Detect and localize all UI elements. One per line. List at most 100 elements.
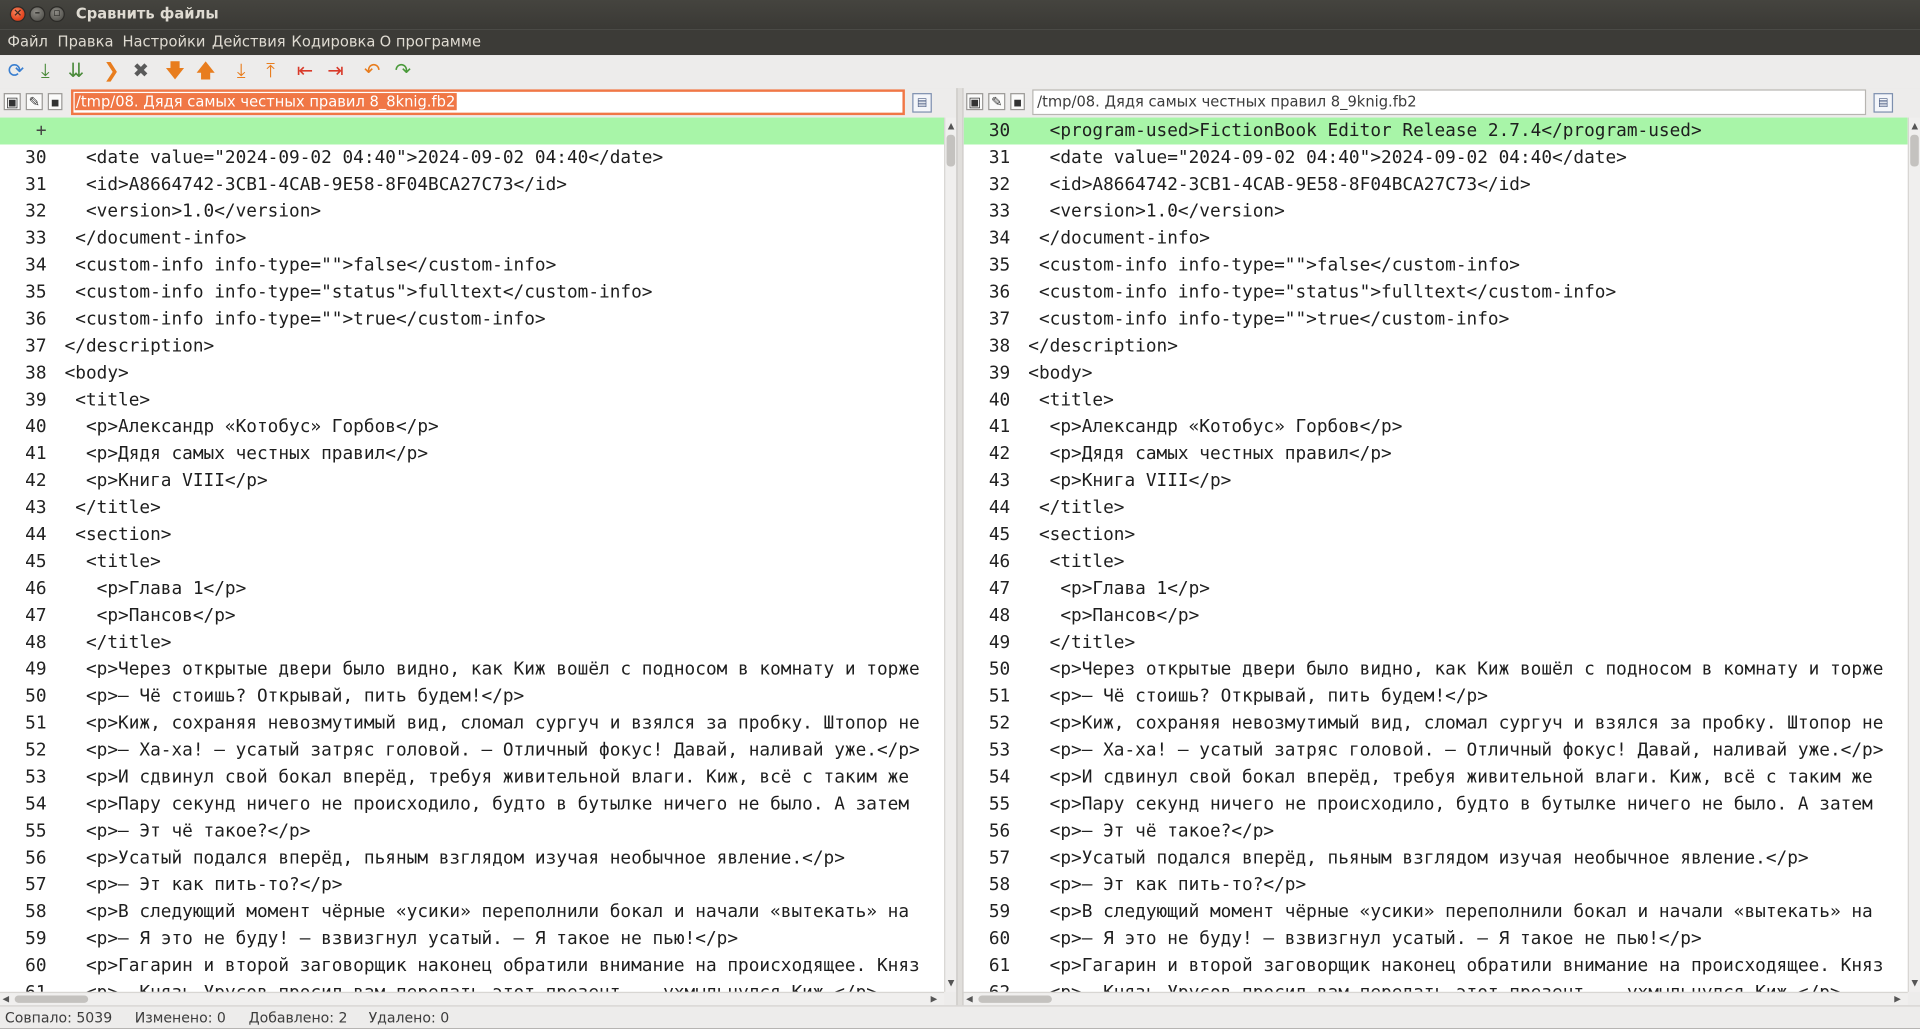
scroll-left-icon[interactable]: ◀ xyxy=(966,994,973,1004)
code-line[interactable]: 35 <custom-info info-type="status">fullt… xyxy=(0,279,944,306)
code-line[interactable]: 31 <date value="2024-09-02 04:40">2024-0… xyxy=(964,144,1908,171)
menu-actions[interactable]: Действия xyxy=(212,33,286,50)
code-line[interactable]: 36 <custom-info info-type="status">fullt… xyxy=(964,279,1908,306)
code-line[interactable]: 32 <version>1.0</version> xyxy=(0,198,944,225)
first-diff-button[interactable]: ⤒ xyxy=(257,58,284,85)
edit-icon[interactable]: ✎ xyxy=(988,93,1006,111)
save-down-button[interactable]: ⤓ xyxy=(32,58,59,85)
code-line[interactable]: 56 <p>Усатый подался вперёд, пьяным взгл… xyxy=(0,845,944,872)
pane-splitter[interactable] xyxy=(956,88,964,1006)
code-line[interactable]: 34 <custom-info info-type="">false</cust… xyxy=(0,252,944,279)
code-line[interactable]: 57 <p>— Эт как пить-то?</p> xyxy=(0,872,944,899)
chevron-right-button[interactable]: ❯ xyxy=(98,58,125,85)
scroll-right-icon[interactable]: ▶ xyxy=(931,994,938,1004)
code-line[interactable]: 51 <p>Киж, сохраняя невозмутимый вид, сл… xyxy=(0,710,944,737)
code-line[interactable]: 42 <p>Дядя самых честных правил</p> xyxy=(964,441,1908,468)
code-line[interactable]: 53 <p>И сдвинул свой бокал вперёд, требу… xyxy=(0,764,944,791)
code-line[interactable]: 31 <id>A8664742-3CB1-4CAB-9E58-8F04BCA27… xyxy=(0,171,944,198)
menu-about[interactable]: О программе xyxy=(380,33,481,50)
save-all-button[interactable]: ⇊ xyxy=(62,58,89,85)
scroll-down-icon[interactable]: ▼ xyxy=(1911,978,1918,988)
code-line[interactable]: 48 </title> xyxy=(0,629,944,656)
menu-encoding[interactable]: Кодировка xyxy=(291,33,375,50)
menu-settings[interactable]: Настройки xyxy=(122,33,205,50)
left-vertical-scrollbar[interactable]: ▲ ▼ xyxy=(944,117,957,992)
code-line[interactable]: 33 <version>1.0</version> xyxy=(964,198,1908,225)
save-icon[interactable]: ▣ xyxy=(966,93,984,111)
left-horizontal-scrollbar[interactable]: ◀ ▶ xyxy=(0,991,945,1006)
code-line[interactable]: 39 <title> xyxy=(0,387,944,414)
left-path-field[interactable]: /tmp/08. Дядя самых честных правил 8_8kn… xyxy=(71,89,905,116)
right-vscroll-thumb[interactable] xyxy=(1910,134,1919,167)
code-line[interactable]: 50 <p>— Чё стоишь? Открывай, пить будем!… xyxy=(0,683,944,710)
code-line[interactable]: 61 <p>Гагарин и второй заговорщик наконе… xyxy=(964,953,1908,980)
code-line[interactable]: 58 <p>В следующий момент чёрные «усики» … xyxy=(0,899,944,926)
code-line[interactable]: 42 <p>Книга VIII</p> xyxy=(0,468,944,495)
code-line[interactable]: 44 <section> xyxy=(0,522,944,549)
code-line[interactable]: 51 <p>— Чё стоишь? Открывай, пить будем!… xyxy=(964,683,1908,710)
copy-left-button[interactable]: ⇤ xyxy=(291,58,318,85)
code-line[interactable]: 30 <date value="2024-09-02 04:40">2024-0… xyxy=(0,144,944,171)
right-vertical-scrollbar[interactable]: ▲ ▼ xyxy=(1907,117,1920,992)
code-line[interactable]: 60 <p>Гагарин и второй заговорщик наконе… xyxy=(0,953,944,980)
right-path-field[interactable]: /tmp/08. Дядя самых честных правил 8_9kn… xyxy=(1032,89,1867,116)
right-hscroll-thumb[interactable] xyxy=(978,995,1052,1003)
code-line[interactable]: 55 <p>— Эт чё такое?</p> xyxy=(0,818,944,845)
code-line[interactable]: 56 <p>— Эт чё такое?</p> xyxy=(964,818,1908,845)
scroll-up-icon[interactable]: ▲ xyxy=(948,121,955,131)
code-line[interactable]: 43 <p>Книга VIII</p> xyxy=(964,468,1908,495)
code-line[interactable]: 48 <p>Пансов</p> xyxy=(964,602,1908,629)
code-line[interactable]: 57 <p>Усатый подался вперёд, пьяным взгл… xyxy=(964,845,1908,872)
code-line[interactable]: 38 </description> xyxy=(964,333,1908,360)
prev-diff-button[interactable]: 🡅 xyxy=(192,58,219,85)
maximize-button[interactable]: ▫ xyxy=(48,6,65,23)
redo-button[interactable]: ↷ xyxy=(389,58,416,85)
code-line[interactable]: 36 <custom-info info-type="">true</custo… xyxy=(0,306,944,333)
code-line[interactable]: 52 <p>— Ха-ха! — усатый затряс головой. … xyxy=(0,737,944,764)
code-line[interactable]: 44 </title> xyxy=(964,495,1908,522)
stop-button[interactable]: ✖ xyxy=(127,58,154,85)
file-icon[interactable]: ▪ xyxy=(1010,93,1025,111)
code-line[interactable]: 43 </title> xyxy=(0,495,944,522)
code-line[interactable]: 46 <p>Глава 1</p> xyxy=(0,576,944,603)
code-line[interactable]: 54 <p>Пару секунд ничего не происходило,… xyxy=(0,791,944,818)
code-line[interactable]: 47 <p>Пансов</p> xyxy=(0,602,944,629)
scroll-down-icon[interactable]: ▼ xyxy=(948,978,955,988)
code-line[interactable]: 53 <p>— Ха-ха! — усатый затряс головой. … xyxy=(964,737,1908,764)
code-line[interactable]: 35 <custom-info info-type="">false</cust… xyxy=(964,252,1908,279)
code-line[interactable]: 46 <title> xyxy=(964,549,1908,576)
close-button[interactable]: × xyxy=(9,6,26,23)
code-line[interactable]: 45 <title> xyxy=(0,549,944,576)
minimize-button[interactable]: – xyxy=(29,6,46,23)
menu-edit[interactable]: Правка xyxy=(58,33,114,50)
left-editor[interactable]: +30 <date value="2024-09-02 04:40">2024-… xyxy=(0,117,945,992)
code-line[interactable]: 32 <id>A8664742-3CB1-4CAB-9E58-8F04BCA27… xyxy=(964,171,1908,198)
code-line[interactable]: 40 <p>Александр «Котобус» Горбов</p> xyxy=(0,414,944,441)
code-line[interactable]: 61 <p>— Князь Урусов просил вам передать… xyxy=(0,980,944,992)
code-line[interactable]: 49 </title> xyxy=(964,629,1908,656)
code-line[interactable]: 52 <p>Киж, сохраняя невозмутимый вид, сл… xyxy=(964,710,1908,737)
left-hscroll-thumb[interactable] xyxy=(14,995,89,1003)
scroll-left-icon[interactable]: ◀ xyxy=(2,994,9,1004)
left-vscroll-thumb[interactable] xyxy=(946,134,956,167)
edit-icon[interactable]: ✎ xyxy=(25,93,43,111)
code-line[interactable]: 40 <title> xyxy=(964,387,1908,414)
file-icon[interactable]: ▪ xyxy=(47,93,63,111)
code-line[interactable]: 41 <p>Александр «Котобус» Горбов</p> xyxy=(964,414,1908,441)
code-line[interactable]: 59 <p>В следующий момент чёрные «усики» … xyxy=(964,899,1908,926)
undo-button[interactable]: ↶ xyxy=(359,58,386,85)
code-line[interactable]: 54 <p>И сдвинул свой бокал вперёд, требу… xyxy=(964,764,1908,791)
save-icon[interactable]: ▣ xyxy=(3,93,21,111)
code-line[interactable]: 49 <p>Через открытые двери было видно, к… xyxy=(0,656,944,683)
scroll-right-icon[interactable]: ▶ xyxy=(1894,994,1901,1004)
code-line[interactable]: 60 <p>— Я это не буду! — взвизгнул усаты… xyxy=(964,926,1908,953)
next-diff-button[interactable]: 🡇 xyxy=(162,58,189,85)
code-line[interactable]: 39 <body> xyxy=(964,360,1908,387)
right-horizontal-scrollbar[interactable]: ◀ ▶ xyxy=(963,991,1908,1006)
code-line[interactable]: 38 <body> xyxy=(0,360,944,387)
code-line[interactable]: 41 <p>Дядя самых честных правил</p> xyxy=(0,441,944,468)
last-diff-button[interactable]: ⤓ xyxy=(228,58,255,85)
browse-button[interactable]: ▤ xyxy=(1873,93,1894,113)
code-line[interactable]: 37 <custom-info info-type="">true</custo… xyxy=(964,306,1908,333)
right-editor[interactable]: 30 <program-used>FictionBook Editor Rele… xyxy=(963,117,1908,992)
